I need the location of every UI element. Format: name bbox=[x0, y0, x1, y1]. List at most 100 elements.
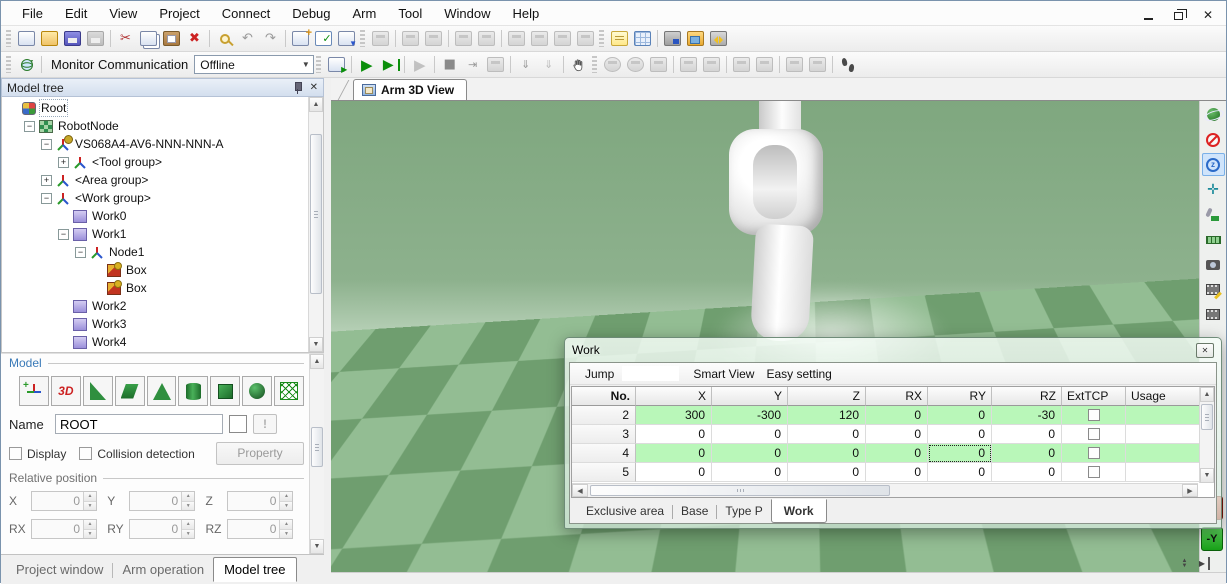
cell-ry[interactable]: 0 bbox=[928, 463, 992, 482]
log-view-icon[interactable] bbox=[608, 28, 631, 50]
tree-item-tool-group[interactable]: <Tool group> bbox=[2, 153, 307, 171]
spin-up-icon[interactable]: ▲ bbox=[182, 492, 194, 501]
rz-stepper[interactable]: 0▲▼ bbox=[227, 519, 293, 539]
outdent-icon[interactable] bbox=[399, 28, 422, 50]
dialog-close-icon[interactable]: ✕ bbox=[1196, 343, 1214, 358]
menu-file[interactable]: File bbox=[11, 3, 54, 24]
tree-scrollbar[interactable]: ▲ ▼ bbox=[308, 97, 323, 352]
indent-icon[interactable] bbox=[422, 28, 445, 50]
scroll-thumb[interactable] bbox=[590, 485, 890, 496]
collapse-icon[interactable] bbox=[41, 139, 52, 150]
step-down-2-icon[interactable]: ⇓ bbox=[537, 54, 560, 76]
splitter-vertical-icon[interactable]: ▲▼ bbox=[1178, 557, 1191, 570]
cell-z[interactable]: 120 bbox=[788, 406, 866, 425]
collision-checkbox[interactable] bbox=[79, 447, 92, 460]
collapse-icon[interactable] bbox=[24, 121, 35, 132]
arm-3d-viewport[interactable]: z ✛ -X -Y ▲▼ ▶ bbox=[331, 101, 1226, 572]
copy-icon[interactable] bbox=[137, 28, 160, 50]
align-bottom-icon[interactable] bbox=[475, 28, 498, 50]
pin-icon[interactable] bbox=[293, 82, 302, 94]
camera-2-icon[interactable] bbox=[806, 54, 829, 76]
tree-item-vs068[interactable]: VS068A4-AV6-NNN-NNN-A bbox=[2, 135, 307, 153]
table-vscrollbar[interactable]: ▲ ▼ bbox=[1199, 387, 1214, 483]
row-number[interactable]: 3 bbox=[572, 425, 636, 444]
cell-z[interactable]: 0 bbox=[788, 444, 866, 463]
spin-down-icon[interactable]: ▼ bbox=[182, 529, 194, 539]
cell-rx[interactable]: 0 bbox=[866, 425, 928, 444]
col-rz[interactable]: RZ bbox=[992, 387, 1062, 406]
tab-base[interactable]: Base bbox=[673, 501, 716, 521]
step-down-1-icon[interactable]: ⇓ bbox=[514, 54, 537, 76]
capture-1-icon[interactable] bbox=[677, 54, 700, 76]
col-z[interactable]: Z bbox=[788, 387, 866, 406]
scroll-thumb[interactable] bbox=[1201, 404, 1213, 430]
capture-2-icon[interactable] bbox=[700, 54, 723, 76]
cell-x[interactable]: 0 bbox=[636, 463, 712, 482]
cell-z[interactable]: 0 bbox=[788, 425, 866, 444]
delete-icon[interactable]: ✖ bbox=[183, 28, 206, 50]
scroll-down-icon[interactable]: ▼ bbox=[310, 539, 324, 554]
tree-item-work3[interactable]: Work3 bbox=[2, 315, 307, 333]
spin-down-icon[interactable]: ▼ bbox=[280, 529, 292, 539]
name-input[interactable] bbox=[55, 414, 223, 434]
film-frames-icon[interactable] bbox=[1202, 303, 1225, 326]
camera-1-icon[interactable] bbox=[783, 54, 806, 76]
save-all-icon[interactable] bbox=[61, 28, 84, 50]
menu-connect[interactable]: Connect bbox=[211, 3, 281, 24]
tab-arm-3d-view[interactable]: Arm 3D View bbox=[353, 79, 467, 100]
cell-y[interactable]: 0 bbox=[712, 463, 788, 482]
expand-icon[interactable] bbox=[41, 175, 52, 186]
scroll-left-icon[interactable]: ◀ bbox=[572, 484, 588, 497]
color-box-button[interactable] bbox=[229, 415, 247, 433]
cell-y[interactable]: 0 bbox=[712, 425, 788, 444]
menu-help[interactable]: Help bbox=[501, 3, 550, 24]
alert-button[interactable]: ! bbox=[253, 414, 277, 434]
cell-ry[interactable]: 0 bbox=[928, 425, 992, 444]
expand-right-icon[interactable]: ▶ bbox=[1197, 557, 1210, 570]
film-record-icon[interactable] bbox=[1202, 278, 1225, 301]
search-icon[interactable] bbox=[213, 28, 236, 50]
menu-smart-view[interactable]: Smart View bbox=[687, 365, 760, 383]
z-stepper[interactable]: 0▲▼ bbox=[227, 491, 293, 511]
wedge-tool-button[interactable] bbox=[83, 376, 113, 406]
program-run-icon[interactable]: ▶ bbox=[325, 54, 348, 76]
tree-item-box1[interactable]: Box bbox=[2, 261, 307, 279]
col-ry[interactable]: RY bbox=[928, 387, 992, 406]
exttcp-checkbox[interactable] bbox=[1088, 409, 1100, 421]
table-view-icon[interactable] bbox=[369, 28, 392, 50]
play-to-end-icon[interactable]: ▶ bbox=[378, 54, 401, 76]
spin-down-icon[interactable]: ▼ bbox=[84, 529, 96, 539]
data-grid-icon[interactable] bbox=[631, 28, 654, 50]
timer-2-icon[interactable] bbox=[624, 54, 647, 76]
y-stepper[interactable]: 0▲▼ bbox=[129, 491, 195, 511]
cell-y[interactable]: 0 bbox=[712, 444, 788, 463]
panel-close-icon[interactable]: ✕ bbox=[310, 82, 318, 93]
tree-item-work1[interactable]: Work1 bbox=[2, 225, 307, 243]
col-y[interactable]: Y bbox=[712, 387, 788, 406]
close-icon[interactable]: ✕ bbox=[1200, 6, 1216, 20]
cell-rz[interactable]: 0 bbox=[992, 444, 1062, 463]
col-rx[interactable]: RX bbox=[866, 387, 928, 406]
timer-3-icon[interactable] bbox=[647, 54, 670, 76]
menu-easy-setting[interactable]: Easy setting bbox=[760, 365, 837, 383]
communication-mode-dropdown[interactable]: Offline ▼ bbox=[194, 55, 314, 74]
tab-model-tree[interactable]: Model tree bbox=[213, 557, 296, 582]
step-stop-icon[interactable]: ⇥ bbox=[461, 54, 484, 76]
tab-project-window[interactable]: Project window bbox=[7, 559, 112, 580]
tree-item-robotnode[interactable]: RobotNode bbox=[2, 117, 307, 135]
spin-down-icon[interactable]: ▼ bbox=[182, 501, 194, 511]
new-item-icon[interactable]: + bbox=[289, 28, 312, 50]
menu-jump[interactable]: Jump bbox=[579, 365, 620, 383]
scroll-thumb[interactable] bbox=[310, 134, 322, 294]
new-project-icon[interactable] bbox=[15, 28, 38, 50]
pan-view-icon[interactable]: ✛ bbox=[1202, 178, 1225, 201]
spin-up-icon[interactable]: ▲ bbox=[280, 492, 292, 501]
property-button[interactable]: Property bbox=[216, 442, 304, 465]
table-hscrollbar[interactable]: ◀ ▶ bbox=[572, 483, 1198, 497]
no-edit-icon[interactable] bbox=[1202, 128, 1225, 151]
rx-stepper[interactable]: 0▲▼ bbox=[31, 519, 97, 539]
footsteps-icon[interactable] bbox=[836, 54, 859, 76]
tab-exclusive-area[interactable]: Exclusive area bbox=[578, 501, 672, 521]
ry-stepper[interactable]: 0▲▼ bbox=[129, 519, 195, 539]
cell-rx[interactable]: 0 bbox=[866, 406, 928, 425]
